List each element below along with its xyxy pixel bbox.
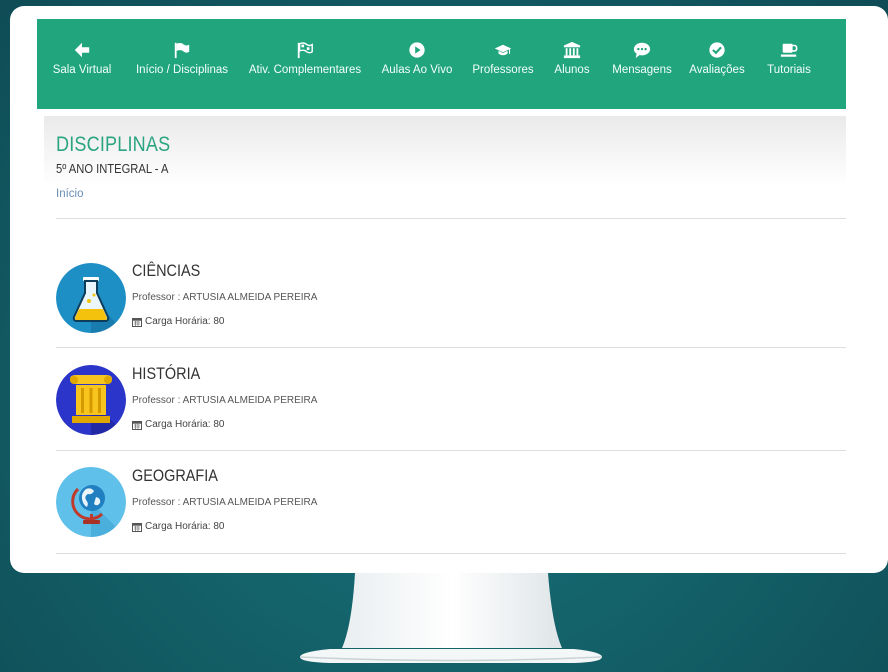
monitor-stand bbox=[299, 573, 603, 663]
